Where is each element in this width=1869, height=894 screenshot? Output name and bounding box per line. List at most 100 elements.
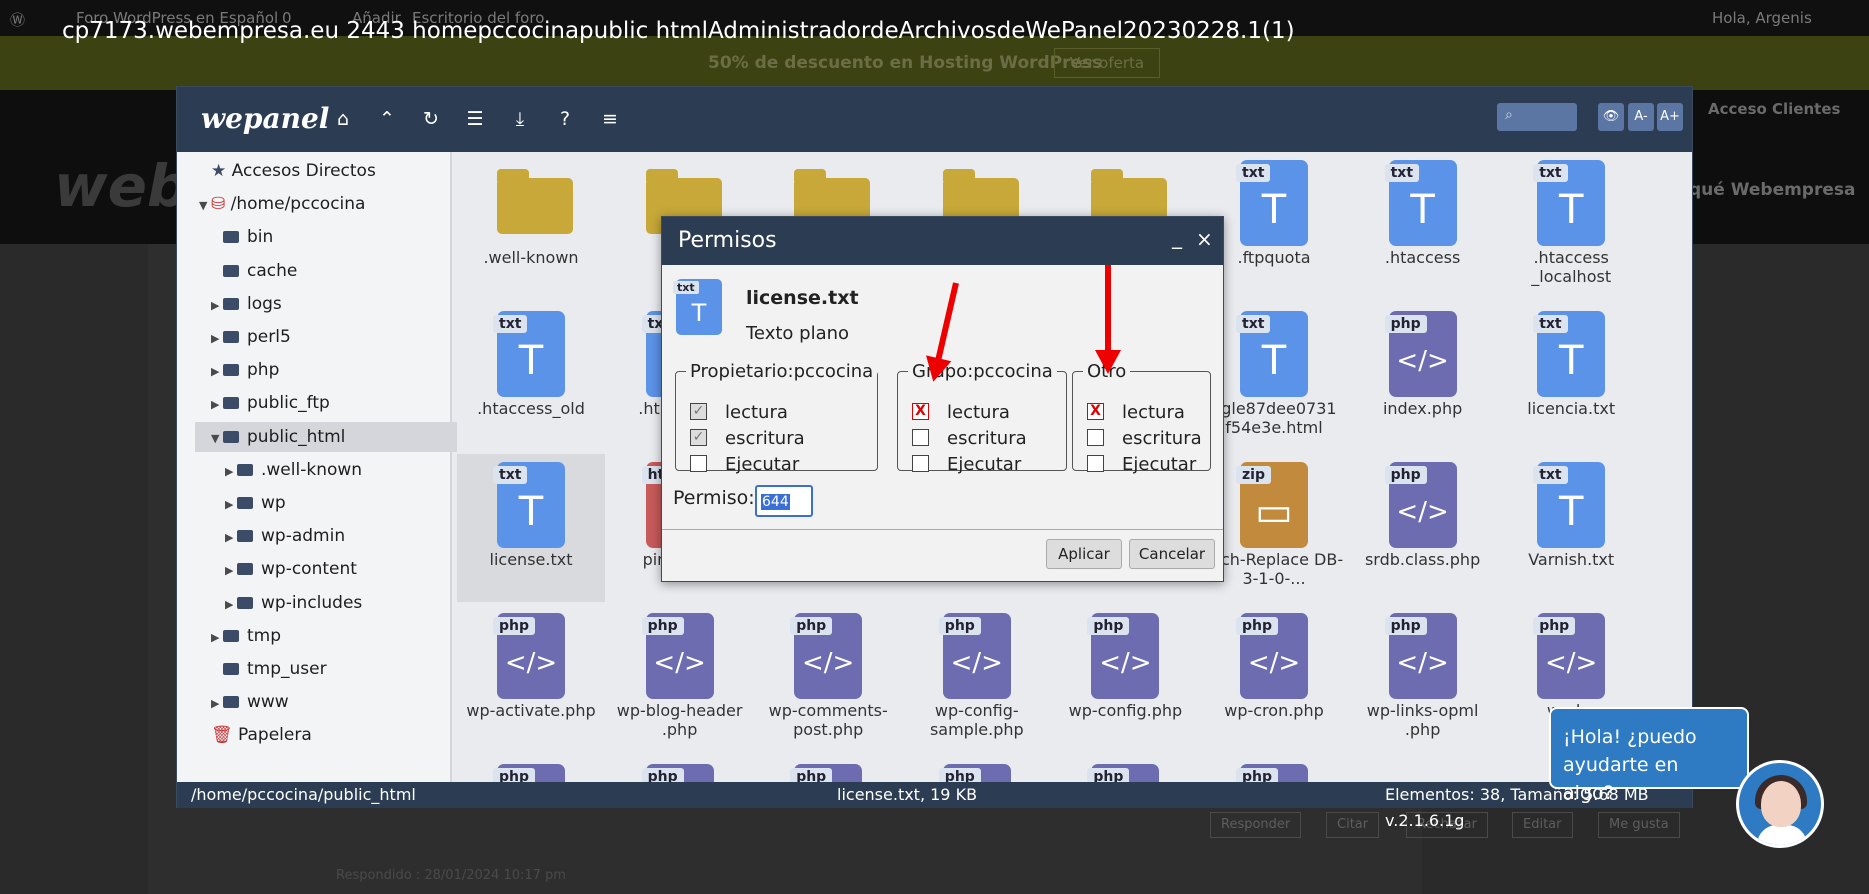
group-read-checkbox[interactable]: Xlectura (912, 402, 1010, 426)
file-item-htaccess[interactable]: txt T .htaccess (1349, 152, 1497, 300)
tree-item-cache[interactable]: cache (177, 256, 447, 286)
expanded-arrow-icon[interactable]: ▼ (199, 191, 211, 221)
tree-item-tmp-user[interactable]: tmp_user (177, 654, 447, 684)
checkbox-box[interactable] (912, 454, 929, 472)
collapsed-arrow-icon[interactable]: ▶ (225, 490, 237, 520)
collapsed-arrow-icon[interactable]: ▶ (225, 556, 237, 586)
chat-bubble[interactable]: ¡Hola! ¿puedo ayudarte en algo? (1549, 707, 1749, 804)
file-item-licencia-txt[interactable]: txt Tlicencia.txt (1497, 303, 1645, 451)
settings-icon[interactable]: ≡ (596, 105, 624, 133)
tree-item-wp-content[interactable]: ▶ wp-content (177, 554, 447, 584)
checkbox-box[interactable]: ✓ (690, 402, 707, 420)
checkbox-box[interactable] (1087, 454, 1104, 472)
tree-item-www[interactable]: ▶ www (177, 687, 447, 717)
collapsed-arrow-icon[interactable]: ▶ (211, 623, 223, 653)
owner-write-checkbox[interactable]: ✓ escritura (690, 428, 805, 452)
cancel-button[interactable]: Cancelar (1129, 539, 1215, 569)
checkbox-box[interactable] (912, 428, 929, 446)
list-icon[interactable]: ☰ (461, 105, 489, 133)
promo-button[interactable]: Ver oferta (1054, 48, 1160, 78)
file-item-wp-config-sample-php[interactable]: php </> wp-config- sample.php (903, 605, 1051, 753)
group-write-checkbox[interactable]: escritura (912, 428, 1027, 452)
file-item-wp-comments-post-php[interactable]: php </> wp-comments- post.php (754, 605, 902, 753)
group-exec-checkbox[interactable]: Ejecutar (912, 454, 1021, 478)
home-icon[interactable]: ⌂ (329, 105, 357, 133)
collapsed-arrow-icon[interactable]: ▶ (211, 689, 223, 719)
collapsed-arrow-icon[interactable]: ▶ (211, 324, 223, 354)
checkbox-box[interactable]: X (1087, 402, 1104, 420)
file-item-license-txt[interactable]: txt Tlicense.txt (457, 454, 605, 602)
collapsed-arrow-icon[interactable]: ▶ (225, 590, 237, 620)
checkbox-box[interactable]: X (912, 402, 929, 420)
permiso-input[interactable]: 644 (755, 485, 813, 517)
file-item-item-34[interactable]: php</> (754, 756, 902, 782)
eye-icon[interactable]: 👁 (1598, 103, 1624, 131)
support-avatar-icon[interactable] (1736, 760, 1824, 848)
dialog-file-type: Texto plano (746, 323, 850, 344)
owner-read-checkbox[interactable]: ✓ lectura (690, 402, 788, 426)
collapsed-arrow-icon[interactable]: ▶ (211, 390, 223, 420)
tree-item-papelera[interactable]: 🗑 Papelera (177, 720, 447, 750)
tree-item-logs[interactable]: ▶ logs (177, 289, 447, 319)
tree-item-home-pccocina[interactable]: ▼ ⛁ /home/pccocina (177, 189, 447, 219)
file-item-wp-links-opml-php[interactable]: php </> wp-links-opml .php (1349, 605, 1497, 753)
file-item-htaccess-localhost[interactable]: txt T .htaccess _localhost (1497, 152, 1645, 300)
file-item-wp-config-php[interactable]: php </> wp-config.php (1051, 605, 1199, 753)
other-read-checkbox[interactable]: Xlectura (1087, 402, 1185, 426)
file-item-well-known[interactable]: .well-known (457, 152, 605, 300)
download-icon[interactable]: ⤓ (506, 105, 534, 133)
close-icon[interactable]: × (1196, 227, 1213, 251)
file-item-wp-blog-header-php[interactable]: php </> wp-blog-header .php (606, 605, 754, 753)
acceso-clientes-link[interactable]: Acceso Clientes (1708, 100, 1840, 118)
font-larger-button[interactable]: A+ (1657, 103, 1683, 131)
tree-item-wp[interactable]: ▶ wp (177, 488, 447, 518)
tree-item-label: wp-admin (261, 526, 346, 547)
file-item-item-35[interactable]: php</> (903, 756, 1051, 782)
help-icon[interactable]: ? (551, 105, 579, 133)
file-item-index-php[interactable]: php </> index.php (1349, 303, 1497, 451)
citar-button[interactable]: Citar (1326, 812, 1380, 838)
file-item-wp-activate-php[interactable]: php </> wp-activate.php (457, 605, 605, 753)
wordpress-icon[interactable]: Ⓦ (10, 9, 25, 30)
checkbox-box[interactable] (690, 454, 707, 472)
file-item-htaccess-old[interactable]: txt T .htaccess_old (457, 303, 605, 451)
minimize-icon[interactable]: _ (1172, 225, 1182, 249)
tree-item-public-html[interactable]: ▼ public_html (195, 421, 457, 454)
file-item-srdb-class-php[interactable]: php </> srdb.class.php (1349, 454, 1497, 602)
file-item-item-32[interactable]: php</> (457, 756, 605, 782)
tree-item-tmp[interactable]: ▶ tmp (177, 621, 447, 651)
owner-exec-checkbox[interactable]: Ejecutar (690, 454, 799, 478)
tree-item-php[interactable]: ▶ php (177, 355, 447, 385)
tree-item-bin[interactable]: bin (177, 222, 447, 252)
collapsed-arrow-icon[interactable]: ▶ (211, 291, 223, 321)
file-item-varnish-txt[interactable]: txt T Varnish.txt (1497, 454, 1645, 602)
refresh-icon[interactable]: ↻ (417, 105, 445, 133)
collapsed-arrow-icon[interactable]: ▶ (211, 357, 223, 387)
checkbox-box[interactable] (1087, 428, 1104, 446)
collapsed-arrow-icon[interactable]: ▶ (225, 523, 237, 553)
expanded-arrow-icon[interactable]: ▼ (211, 424, 223, 454)
que-webempresa-link[interactable]: qué Webempresa (1689, 180, 1855, 200)
font-smaller-button[interactable]: A- (1628, 103, 1654, 131)
search-input[interactable]: ⌕ (1497, 103, 1577, 131)
file-item-item-36[interactable]: php</> (1051, 756, 1199, 782)
tree-item-wp-includes[interactable]: ▶ wp-includes (177, 588, 447, 618)
other-write-checkbox[interactable]: escritura (1087, 428, 1202, 452)
tree-item-accesos-directos[interactable]: ★ Accesos Directos (177, 156, 447, 186)
wp-greeting[interactable]: Hola, Argenis (1712, 9, 1812, 27)
file-item-item-37[interactable]: php</> (1200, 756, 1348, 782)
tree-item-well-known[interactable]: ▶ .well-known (177, 455, 447, 485)
file-type-tag: txt (1236, 315, 1271, 333)
up-icon[interactable]: ⌃ (373, 105, 401, 133)
tree-item-public-ftp[interactable]: ▶ public_ftp (177, 388, 447, 418)
responder-button[interactable]: Responder (1210, 812, 1302, 838)
other-exec-checkbox[interactable]: Ejecutar (1087, 454, 1196, 478)
checkbox-box[interactable]: ✓ (690, 428, 707, 446)
file-item-item-33[interactable]: php</> (606, 756, 754, 782)
collapsed-arrow-icon[interactable]: ▶ (225, 457, 237, 487)
file-item-wp-cron-php[interactable]: php </> wp-cron.php (1200, 605, 1348, 753)
tree-item-label: Papelera (238, 725, 312, 746)
apply-button[interactable]: Aplicar (1046, 539, 1122, 569)
tree-item-perl5[interactable]: ▶ perl5 (177, 322, 447, 352)
tree-item-wp-admin[interactable]: ▶ wp-admin (177, 521, 447, 551)
